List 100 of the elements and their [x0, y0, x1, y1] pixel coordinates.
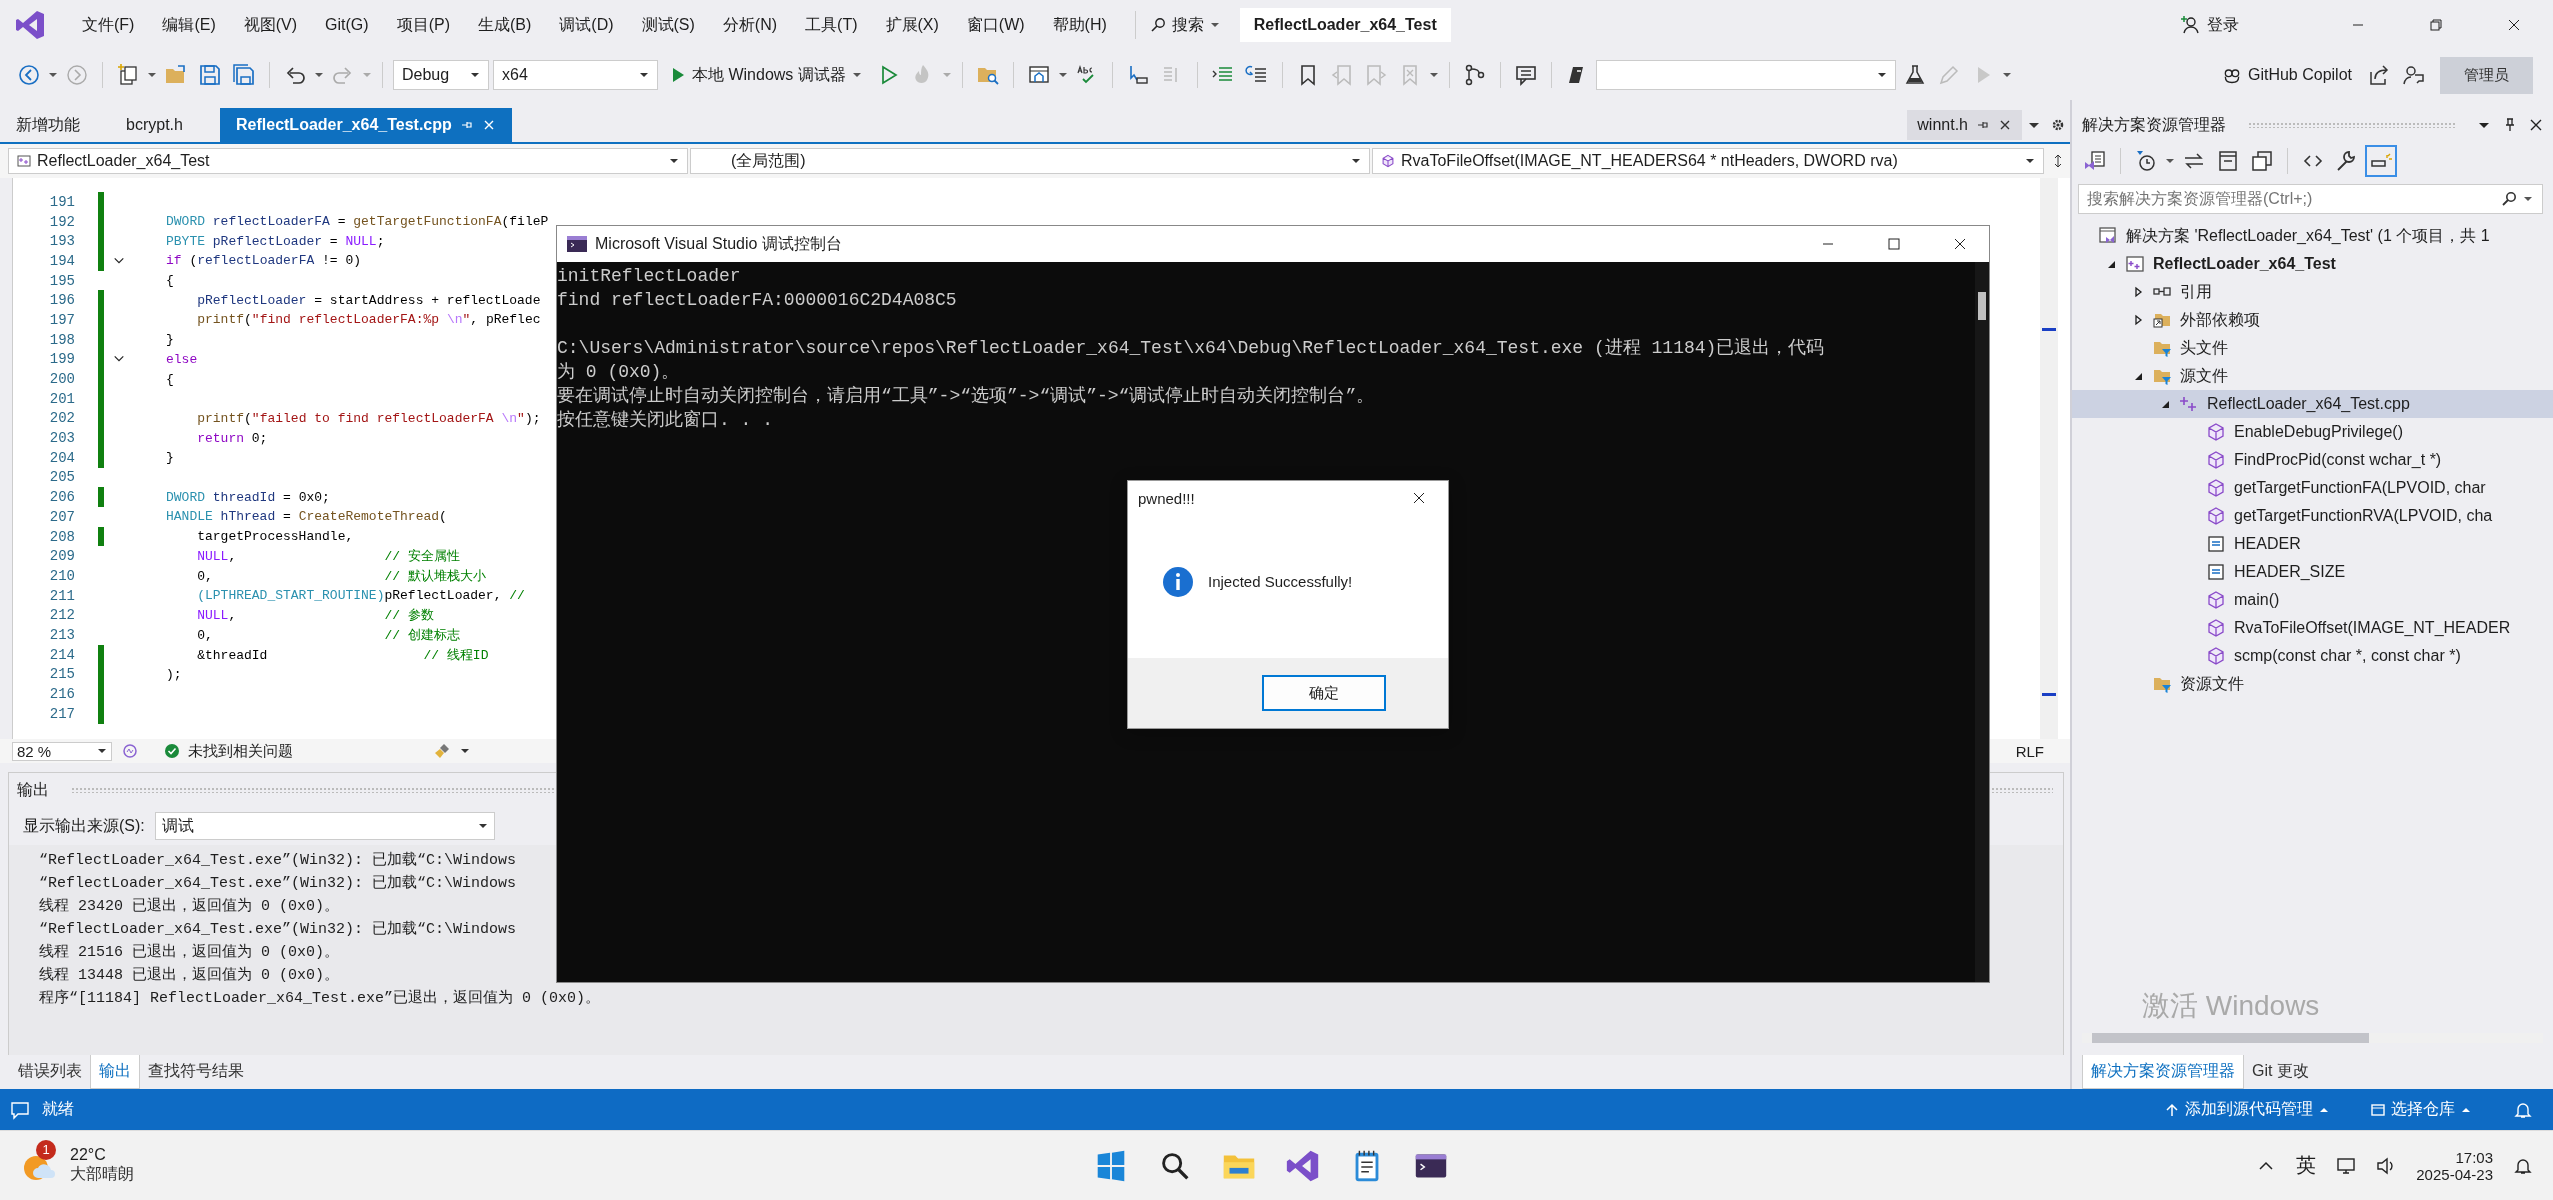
tree-item[interactable]: 外部依赖项 [2072, 306, 2553, 334]
caret-icon[interactable] [460, 746, 470, 756]
comment-icon[interactable] [1513, 63, 1538, 87]
tree-item[interactable]: getTargetFunctionRVA(LPVOID, cha [2072, 502, 2553, 530]
platform-dropdown[interactable]: x64 [493, 60, 658, 90]
close-icon[interactable] [1998, 118, 2012, 132]
panel-tab[interactable]: Git 更改 [2244, 1055, 2317, 1088]
caret-icon[interactable] [147, 70, 157, 80]
zoom-dropdown[interactable]: 82 % [12, 741, 112, 761]
ok-button[interactable]: 确定 [1262, 675, 1386, 711]
menu-item[interactable]: 窗口(W) [952, 14, 1039, 36]
tree-item[interactable]: RvaToFileOffset(IMAGE_NT_HEADER [2072, 614, 2553, 642]
menu-item[interactable]: 生成(B) [463, 14, 546, 36]
preview-tab[interactable]: winnt.h [1907, 110, 2022, 140]
close-icon[interactable] [2529, 118, 2543, 132]
scrollbar[interactable] [1975, 262, 1989, 982]
scope-dropdown[interactable]: (全局范围) [690, 148, 1370, 174]
tree-item[interactable]: scmp(const char *, const char *) [2072, 642, 2553, 670]
menu-item[interactable]: 扩展(X) [871, 14, 953, 36]
tree-item[interactable]: HEADER_SIZE [2072, 558, 2553, 586]
console-line: 按任意键关闭此窗口. . . [557, 409, 774, 432]
tree-item[interactable]: EnableDebugPrivilege() [2072, 418, 2553, 446]
tree-item[interactable]: 源文件 [2072, 362, 2553, 390]
menu-item[interactable]: 帮助(H) [1038, 14, 1121, 36]
output-line: 线程 21516 已退出，返回值为 0 (0x0)。 [39, 942, 341, 963]
brush-icon[interactable] [434, 743, 450, 759]
search-field[interactable]: 搜索解决方案资源管理器(Ctrl+;) [2078, 184, 2543, 214]
tree-item[interactable]: 资源文件 [2072, 670, 2553, 698]
copilot-button[interactable]: GitHub Copilot [2221, 65, 2352, 85]
menu-item[interactable]: Git(G) [311, 16, 383, 34]
tree-item[interactable]: HEADER [2072, 530, 2553, 558]
monitor-icon[interactable] [2336, 1155, 2357, 1176]
tree-item[interactable]: 头文件 [2072, 334, 2553, 362]
menu-item[interactable]: 工具(T) [791, 14, 872, 36]
issues-status[interactable]: 未找到相关问题 [164, 741, 404, 761]
tree-item[interactable]: 解决方案 'ReflectLoader_x64_Test' (1 个项目，共 1 [2072, 222, 2553, 250]
health-icon[interactable] [122, 743, 138, 759]
panel-tab[interactable]: 查找符号结果 [140, 1055, 252, 1088]
panel-tab[interactable]: 输出 [90, 1055, 140, 1089]
collapse-all-icon[interactable] [2216, 149, 2240, 173]
code-line: if (reflectLoaderFA != 0) [166, 253, 362, 269]
tree-item[interactable]: main() [2072, 586, 2553, 614]
panel-tab[interactable]: 错误列表 [10, 1055, 90, 1088]
back-icon[interactable] [17, 63, 41, 87]
caret-icon[interactable] [1428, 70, 1439, 80]
search-button[interactable]: 搜索 [1149, 14, 1220, 36]
select-repository-button[interactable]: 选择仓库 [2371, 1099, 2471, 1120]
caret-icon[interactable] [1057, 70, 1068, 80]
line-ending[interactable]: RLF [2015, 742, 2044, 760]
collapse-arrow-icon[interactable] [2132, 314, 2144, 326]
tree-item[interactable]: 引用 [2072, 278, 2553, 306]
caret-icon[interactable] [2165, 156, 2175, 166]
overflow-icon[interactable] [2001, 70, 2012, 80]
line-number: 203 [48, 430, 75, 447]
tree-item[interactable]: FindProcPid(const wchar_t *) [2072, 446, 2553, 474]
configuration-dropdown[interactable]: Debug [393, 60, 489, 90]
output-source-dropdown[interactable]: 调试 [154, 812, 495, 840]
collapse-arrow-icon[interactable] [2132, 286, 2144, 298]
menu-item[interactable]: 测试(S) [627, 14, 709, 36]
menu-item[interactable]: 分析(N) [708, 14, 792, 36]
status-text: 就绪 [42, 1099, 74, 1119]
project-dropdown[interactable]: ReflectLoader_x64_Test [8, 148, 688, 174]
input-language[interactable]: 英 [2296, 1152, 2317, 1179]
sign-in-button[interactable]: 登录 [2181, 14, 2239, 36]
chat-icon[interactable] [10, 1099, 30, 1120]
code-line: pReflectLoader = startAddress + reflectLoade [196, 292, 541, 308]
menu-item[interactable]: 调试(D) [545, 14, 628, 36]
history-icon[interactable] [2134, 149, 2158, 173]
code-line: DWORD threadId = 0x0; [166, 489, 330, 505]
show-all-files-icon[interactable] [2250, 149, 2274, 173]
scrollbar[interactable] [2040, 178, 2058, 739]
menu-item[interactable]: 文件(F) [68, 14, 149, 36]
menu-item[interactable]: 编辑(E) [148, 14, 230, 36]
solution-view-icon[interactable] [2083, 149, 2107, 173]
menu-item[interactable]: 视图(V) [229, 14, 312, 36]
document-tab[interactable]: 新增功能 [0, 108, 110, 142]
document-tab[interactable]: bcrypt.h [110, 108, 220, 142]
clock-time[interactable]: 17:03 [2455, 1148, 2493, 1166]
share-icon[interactable] [2367, 63, 2391, 87]
tree-item[interactable]: getTargetFunctionFA(LPVOID, char [2072, 474, 2553, 502]
save-all-icon[interactable] [232, 63, 256, 87]
pin-icon[interactable] [2503, 118, 2517, 132]
add-to-source-control-button[interactable]: 添加到源代码管理 [2165, 1099, 2329, 1120]
feedback-icon[interactable] [2401, 63, 2425, 87]
member-dropdown[interactable]: RvaToFileOffset(IMAGE_NT_HEADERS64 * ntHeaders, DWORD rva) [1372, 148, 2044, 174]
panel-tab[interactable]: 解决方案资源管理器 [2082, 1055, 2244, 1089]
caret-icon[interactable] [314, 70, 324, 80]
tree-item[interactable]: ReflectLoader_x64_Test [2072, 250, 2553, 278]
run-debugger-button[interactable]: 本地 Windows 调试器 [670, 64, 862, 86]
menu-item[interactable]: 项目(P) [382, 14, 464, 36]
settings-icon[interactable] [2051, 118, 2065, 132]
clock-date[interactable]: 2025-04-23 [2416, 1165, 2493, 1183]
tree-item[interactable]: ReflectLoader_x64_Test.cpp [2072, 390, 2553, 418]
code-line: printf("failed to find reflectLoaderFA \n"); [196, 410, 541, 426]
caret-icon[interactable] [48, 70, 58, 80]
field-icon [2206, 562, 2226, 582]
line-number: 213 [48, 626, 75, 643]
save-icon[interactable] [198, 63, 222, 87]
new-project-icon[interactable] [116, 63, 140, 87]
panel-title: 输出 [17, 779, 49, 800]
